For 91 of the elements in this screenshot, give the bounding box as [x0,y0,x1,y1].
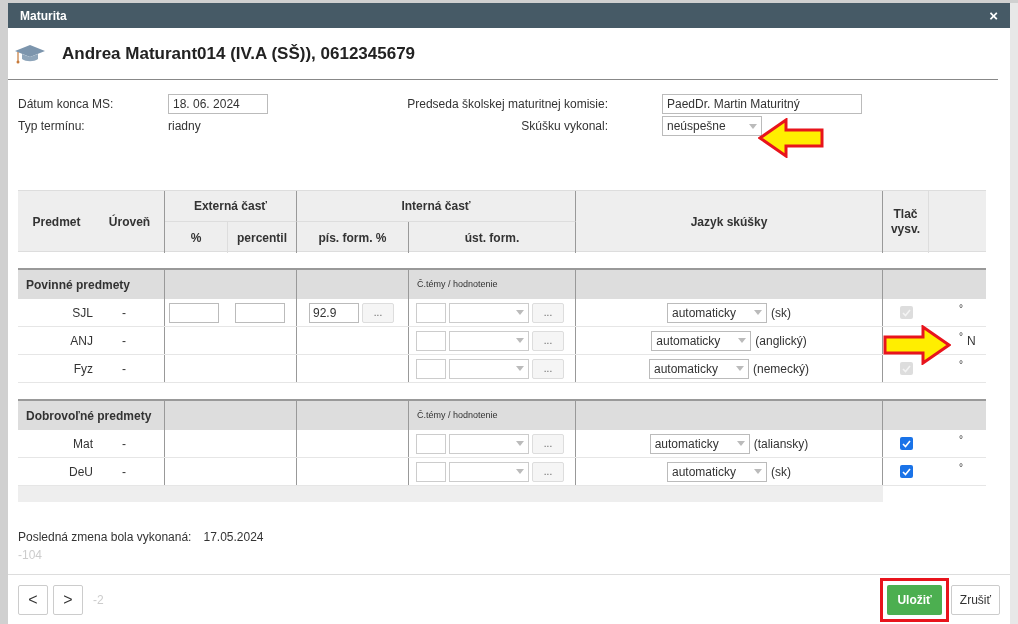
grade-select[interactable] [449,433,529,454]
topic-hint: Č.témy / hodnotenie [417,408,498,422]
column-header: Jazyk skúšky [576,191,883,253]
grade-select[interactable] [449,302,529,323]
date-field[interactable]: 18. 06. 2024 [168,94,268,114]
percentile-field[interactable] [235,302,285,323]
percent-field[interactable] [169,302,219,323]
more-button[interactable]: ... [532,461,564,482]
mark-symbol: ° [959,302,963,316]
caret-icon [738,338,747,343]
caret-icon [516,338,524,343]
topic-number-field[interactable] [416,302,446,323]
column-header: Úroveň [95,191,165,253]
close-button[interactable]: × [989,8,998,23]
level-value: - [122,463,126,481]
annotation-arrow-drawing [883,325,951,365]
language-select[interactable]: automaticky [649,358,749,379]
grade-select[interactable] [449,330,529,351]
subject-name: ANJ [70,332,94,350]
student-heading: Andrea Maturant014 (IV.A (SŠ)), 0612345679 [62,42,416,65]
language-select[interactable]: automaticky [651,330,752,351]
subject-name: Fyz [73,360,94,378]
section-title: Dobrovoľné predmety [26,407,152,425]
window-title: Maturita [20,7,67,25]
caret-icon [516,310,524,315]
caret-icon [736,441,745,446]
caret-icon [754,469,762,474]
topic-number-field[interactable] [416,358,446,379]
column-header: percentil [228,222,297,253]
more-button[interactable]: ... [532,302,564,323]
language-select[interactable]: automaticky [667,461,767,482]
chair-field[interactable]: PaedDr. Martin Maturitný [662,94,862,114]
language-name: (anglický) [755,332,807,350]
topic-number-field[interactable] [416,330,446,351]
field-label: Dátum konca MS: [18,96,115,113]
note-text: N [967,332,976,350]
more-button[interactable]: ... [532,433,564,454]
language-name: (sk) [771,304,791,322]
caret-icon [516,441,524,446]
mark-symbol: ° [959,330,963,344]
annotation-arrow-drawing [758,118,824,158]
caret-icon [736,366,744,371]
level-value: - [122,332,126,350]
topic-number-field[interactable] [416,461,446,482]
mark-symbol: ° [959,433,963,447]
language-name: (nemecký) [753,360,809,378]
subject-name: DeU [69,463,94,481]
topic-number-field[interactable] [416,433,446,454]
cancel-button[interactable]: Zrušiť [950,584,1000,615]
language-name: (sk) [771,463,791,481]
field-label: Skúšku vykonal: [520,118,609,135]
print-checkbox[interactable] [899,465,913,478]
grade-select[interactable] [449,461,529,482]
level-value: - [122,360,126,378]
grade-select[interactable] [449,358,529,379]
column-header: Interná časť [297,191,576,222]
subject-name: Mat [73,435,94,453]
column-header: úst. form. [409,222,576,253]
section-title: Povinné predmety [26,276,131,294]
caret-icon [516,469,524,474]
column-header: % [165,222,228,253]
level-value: - [122,435,126,453]
written-percent-field[interactable]: 92.9 [309,302,359,323]
last-change-label: Posledná zmena bola vykonaná: [18,529,192,546]
last-change-date: 17.05.2024 [203,529,264,546]
more-button[interactable]: ... [362,302,394,323]
column-header: Externá časť [165,191,297,222]
language-select[interactable]: automaticky [649,433,750,454]
subject-name: SJL [72,304,94,322]
column-header: Predmet [31,214,82,231]
graduation-cap-icon [14,42,46,65]
more-button[interactable]: ... [532,330,564,351]
mark-symbol: ° [959,358,963,372]
caret-icon [754,310,762,315]
result-select[interactable]: neúspešne [662,116,762,136]
mark-symbol: ° [959,461,963,475]
column-header: Tlač vysv. [883,191,929,253]
level-value: - [122,304,126,322]
caret-icon [516,366,524,371]
term-type-value: riadny [168,118,202,135]
more-button[interactable]: ... [532,358,564,379]
next-button[interactable]: > [53,584,83,615]
print-checkbox[interactable] [899,437,913,450]
language-name: (taliansky) [753,435,809,453]
field-label: Predseda školskej maturitnej komisie: [406,96,609,113]
topic-hint: Č.témy / hodnotenie [417,277,498,291]
language-select[interactable]: automaticky [667,302,767,323]
column-header: pís. form. % [297,222,409,253]
field-label: Typ termínu: [18,118,86,135]
previous-button[interactable]: < [18,584,48,615]
caret-icon [749,123,757,129]
